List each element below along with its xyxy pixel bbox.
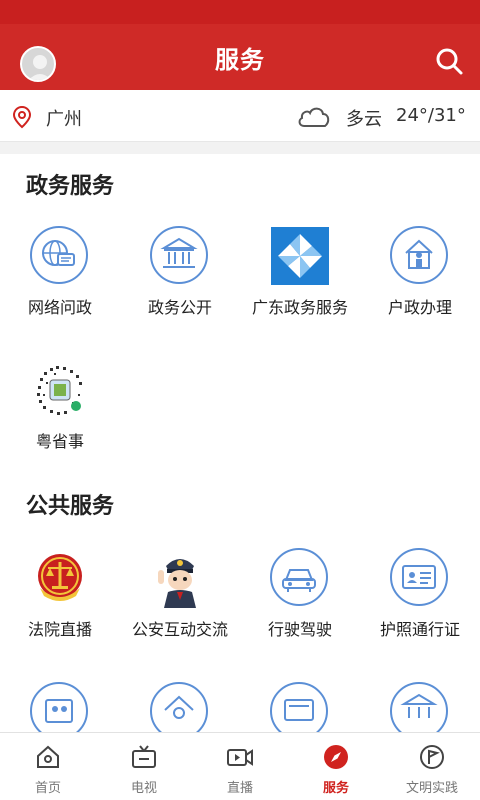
service-item-court-live[interactable]: 法院直播 xyxy=(0,548,120,640)
tab-civilization[interactable]: 文明实践 xyxy=(384,733,480,800)
section-title-public: 公共服务 xyxy=(26,494,115,519)
id-card-icon xyxy=(390,548,450,608)
tab-label: 首页 xyxy=(34,781,61,796)
car-icon xyxy=(270,548,330,608)
tab-services[interactable]: 服务 xyxy=(288,733,384,800)
section-divider xyxy=(0,142,480,154)
tab-label: 服务 xyxy=(322,781,349,796)
flag-circle-icon xyxy=(418,743,446,771)
location-pin-icon[interactable] xyxy=(12,105,32,129)
service-item-household-registration[interactable]: 户政办理 xyxy=(360,226,480,318)
service-label: 公安互动交流 xyxy=(131,620,228,639)
tab-live[interactable]: 直播 xyxy=(192,733,288,800)
service-item-guangdong-gov-service[interactable]: 广东政务服务 xyxy=(240,226,360,318)
tab-tv[interactable]: 电视 xyxy=(96,733,192,800)
government-building-icon xyxy=(150,226,210,286)
service-label: 政务公开 xyxy=(147,298,212,317)
service-item-police-interaction[interactable]: 公安互动交流 xyxy=(120,548,240,640)
page-title: 服务 xyxy=(215,45,265,74)
service-label: 护照通行证 xyxy=(379,620,460,639)
police-cartoon-icon xyxy=(150,548,210,608)
service-label: 法院直播 xyxy=(27,620,92,639)
video-camera-icon xyxy=(226,743,254,771)
pinwheel-logo-icon xyxy=(270,226,330,286)
tab-label: 直播 xyxy=(226,781,253,796)
tab-label: 文明实践 xyxy=(405,781,458,796)
service-label: 网络问政 xyxy=(27,298,92,317)
service-label: 粤省事 xyxy=(35,432,84,451)
service-item-gov-disclosure[interactable]: 政务公开 xyxy=(120,226,240,318)
service-label: 广东政务服务 xyxy=(251,298,348,317)
service-item-yueshengshi[interactable]: 粤省事 xyxy=(0,360,120,452)
compass-icon xyxy=(322,743,350,771)
tv-icon xyxy=(130,743,158,771)
service-item-online-inquiry[interactable]: 网络问政 xyxy=(0,226,120,318)
weather-condition: 多云 xyxy=(346,109,382,130)
city-name[interactable]: 广州 xyxy=(46,105,82,131)
tab-label: 电视 xyxy=(130,781,157,796)
location-weather-bar: 广州 多云 24°/31° xyxy=(0,90,480,142)
globe-chat-icon xyxy=(30,226,90,286)
court-emblem-icon xyxy=(30,548,90,608)
service-label: 户政办理 xyxy=(387,298,452,317)
section-title-gov: 政务服务 xyxy=(26,174,115,199)
app-header: 服务 xyxy=(0,24,480,90)
search-icon[interactable] xyxy=(434,46,464,76)
bottom-tab-bar: 首页 电视 直播 服务 文明实践 xyxy=(0,732,480,800)
service-label: 行驶驾驶 xyxy=(267,620,332,639)
service-item-passport-permit[interactable]: 护照通行证 xyxy=(360,548,480,640)
house-person-icon xyxy=(390,226,450,286)
qr-code-icon xyxy=(30,360,90,420)
avatar[interactable] xyxy=(20,46,56,82)
service-item-driving[interactable]: 行驶驾驶 xyxy=(240,548,360,640)
temperature: 24°/31° xyxy=(396,105,466,126)
home-icon xyxy=(34,743,62,771)
tab-home[interactable]: 首页 xyxy=(0,733,96,800)
status-bar xyxy=(0,0,480,24)
cloud-icon xyxy=(296,104,332,130)
